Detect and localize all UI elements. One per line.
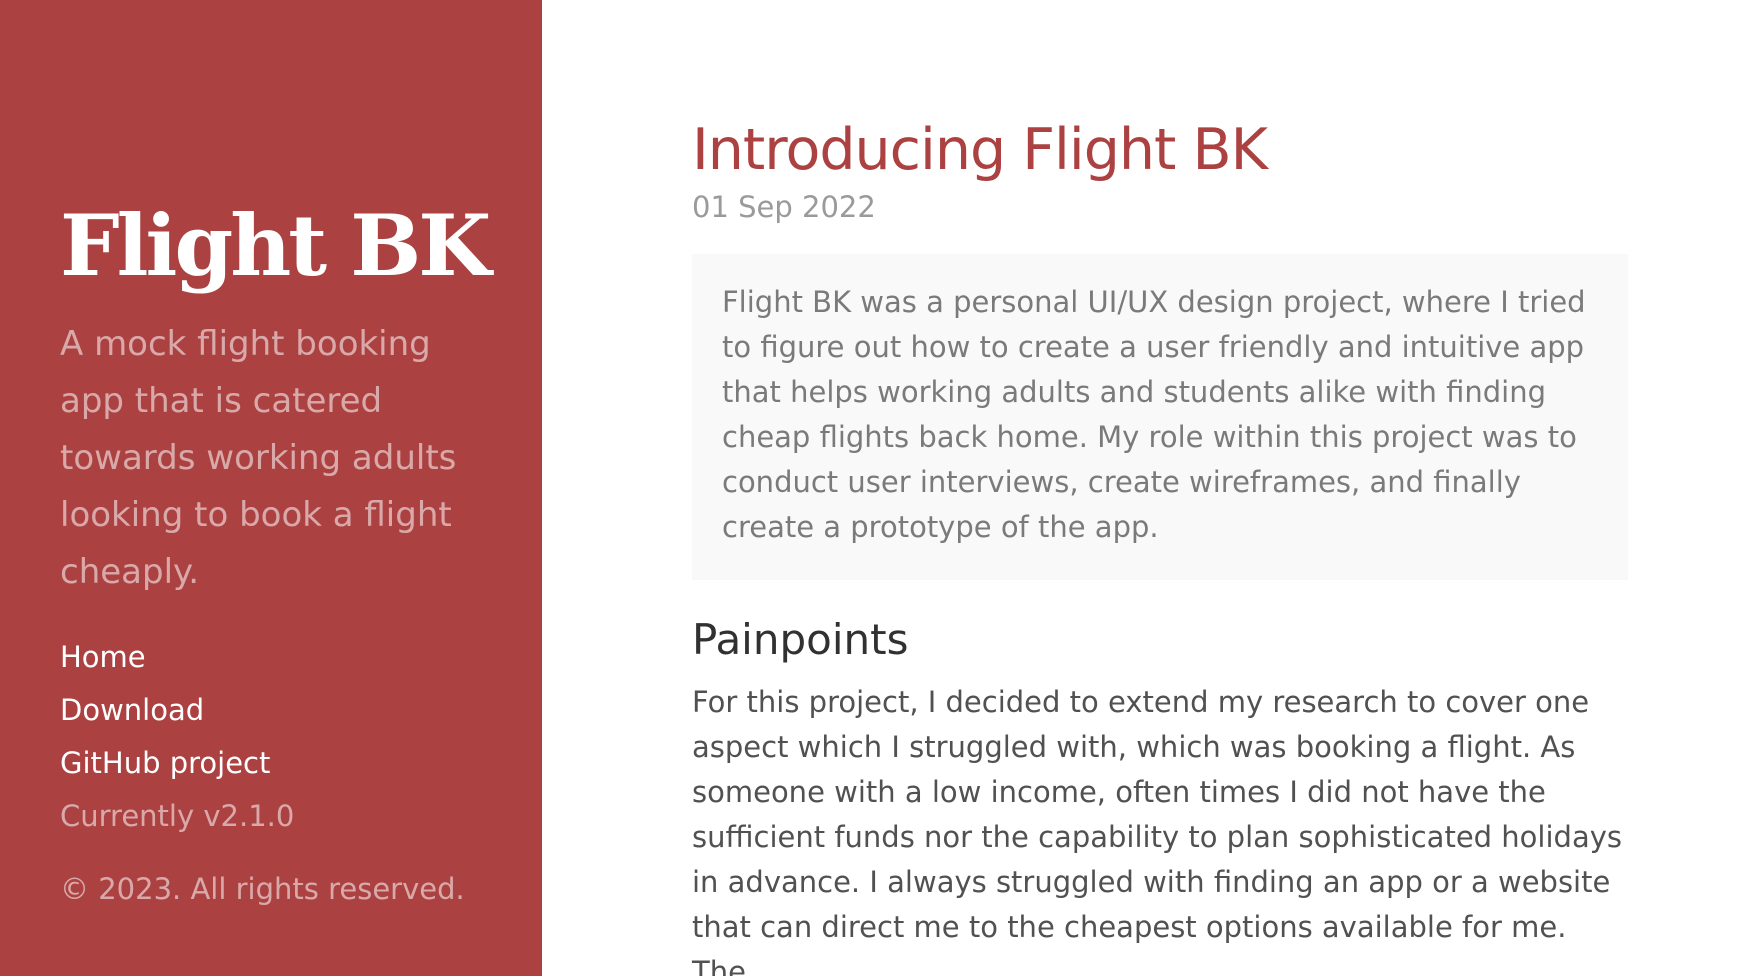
site-brand[interactable]: Flight BK — [60, 196, 542, 296]
sidebar: Flight BK A mock flight booking app that… — [0, 0, 542, 976]
nav-link-github-project[interactable]: GitHub project — [60, 737, 542, 790]
version-label: Currently v2.1.0 — [60, 799, 295, 833]
intro-callout: Flight BK was a personal UI/UX design pr… — [692, 254, 1628, 580]
nav-link-home[interactable]: Home — [60, 631, 542, 684]
section-heading-painpoints: Painpoints — [692, 615, 909, 664]
copyright-text: © 2023. All rights reserved. — [60, 872, 465, 906]
section-body-text: For this project, I decided to extend my… — [692, 685, 1622, 976]
sidebar-nav: Home Download GitHub project Currently v… — [60, 631, 542, 843]
post-content: Introducing Flight BK 01 Sep 2022 Flight… — [692, 104, 1628, 976]
site-lead: A mock flight booking app that is catere… — [60, 324, 457, 592]
nav-link-download[interactable]: Download — [60, 684, 542, 737]
post-title: Introducing Flight BK — [692, 117, 1268, 183]
